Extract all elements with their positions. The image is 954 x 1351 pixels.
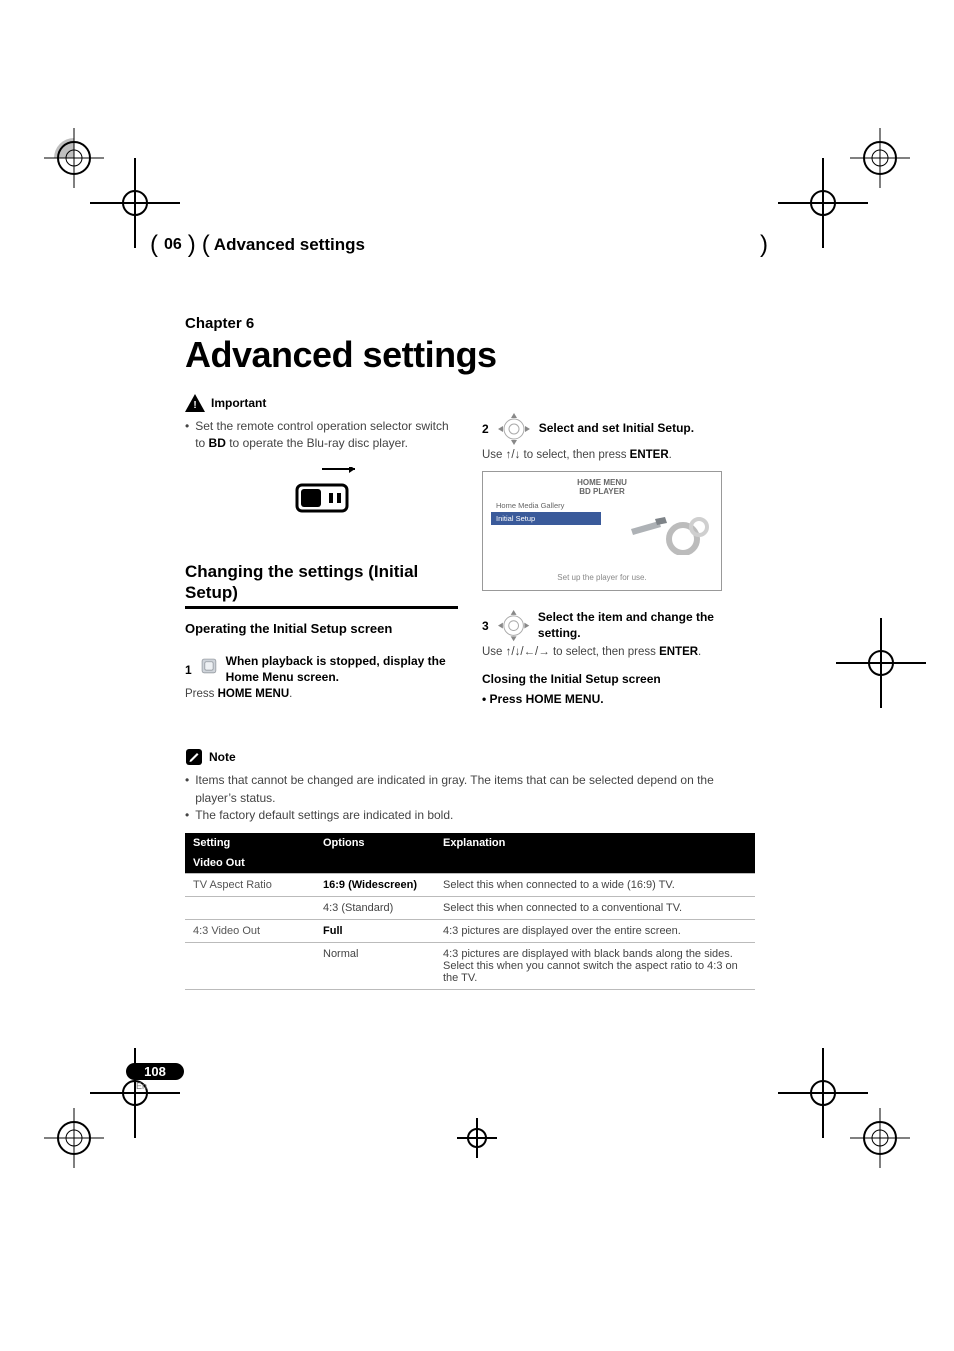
- page-number: 108: [126, 1063, 184, 1080]
- table-row: TV Aspect Ratio 16:9 (Widescreen) Select…: [185, 873, 755, 896]
- left-column: ! Important • Set the remote control ope…: [185, 394, 458, 708]
- registration-cross-icon: [836, 618, 926, 708]
- page-title: Advanced settings: [185, 334, 755, 376]
- step-label: When playback is stopped, display the Ho…: [226, 654, 458, 685]
- note-line: • The factory default settings are indic…: [185, 807, 755, 824]
- chapter-label: Chapter 6: [185, 315, 755, 332]
- osd-title: HOME MENU: [483, 478, 721, 487]
- page-header: ( 06 ) ( Advanced settings ): [150, 230, 770, 260]
- section-heading: Changing the settings (Initial Setup): [185, 561, 458, 604]
- osd-menu: Home Media Gallery Initial Setup: [491, 499, 601, 525]
- page-number-badge: 108 En: [126, 1063, 184, 1091]
- registration-cross-icon: [778, 1048, 868, 1138]
- important-text: • Set the remote control operation selec…: [185, 418, 458, 453]
- right-column: 2 Select and set Initial Setup. Use ↑/↓ …: [482, 394, 755, 708]
- table-head-explanation: Explanation: [435, 833, 755, 853]
- section-rule: [185, 606, 458, 609]
- closing-heading: Closing the Initial Setup screen: [482, 672, 755, 686]
- arrow-keys-icon: ↑/↓: [506, 449, 521, 461]
- registration-cross-icon: [90, 1048, 180, 1138]
- paren-left-icon: (: [150, 231, 158, 259]
- step-number: 2: [482, 422, 489, 436]
- important-label: Important: [211, 396, 266, 410]
- svg-text:!: !: [193, 400, 196, 411]
- osd-subtitle: BD PLAYER: [483, 487, 721, 496]
- step-3: 3 Select the item and change the setting…: [482, 609, 755, 643]
- important-icon: !: [185, 394, 205, 412]
- step-label: Select and set Initial Setup.: [539, 421, 694, 437]
- home-menu-figure: HOME MENU BD PLAYER Home Media Gallery I…: [482, 471, 722, 591]
- chapter-number: 06: [164, 236, 182, 254]
- table-head-options: Options: [315, 833, 435, 853]
- registration-cross-icon: [778, 158, 868, 248]
- section-subheading: Operating the Initial Setup screen: [185, 621, 458, 636]
- step-number: 3: [482, 619, 489, 633]
- paren-right-icon: ): [188, 231, 196, 259]
- osd-artwork: [609, 499, 713, 555]
- remote-button-icon: [200, 657, 218, 683]
- paren-left-icon: (: [202, 231, 210, 259]
- osd-menu-item-selected: Initial Setup: [491, 512, 601, 525]
- table-row: 4:3 (Standard) Select this when connecte…: [185, 896, 755, 919]
- note-line: • Items that cannot be changed are indic…: [185, 772, 755, 807]
- page-lang: En: [136, 1081, 184, 1091]
- closing-bullet: Press HOME MENU.: [482, 692, 755, 706]
- step-description: Use ↑/↓ to select, then press ENTER.: [482, 449, 755, 461]
- remote-switch-figure: [277, 467, 367, 527]
- osd-menu-item: Home Media Gallery: [491, 499, 601, 512]
- step-label: Select the item and change the setting.: [538, 610, 755, 641]
- osd-caption: Set up the player for use.: [483, 573, 721, 582]
- table-row: 4:3 Video Out Full 4:3 pictures are disp…: [185, 919, 755, 942]
- chapter-title: Advanced settings: [214, 235, 365, 255]
- dpad-icon: [497, 609, 530, 643]
- paren-right-icon: ): [760, 231, 770, 259]
- step-description: Use ↑/↓/←/→ to select, then press ENTER.: [482, 646, 755, 658]
- note-icon: [185, 748, 203, 766]
- table-section: Video Out: [185, 853, 755, 874]
- important-callout: ! Important: [185, 394, 458, 412]
- step-2: 2 Select and set Initial Setup.: [482, 412, 755, 446]
- registration-cross-icon: [457, 1118, 497, 1158]
- step-1: 1 When playback is stopped, display the …: [185, 654, 458, 685]
- content-area: Chapter 6 Advanced settings ! Important …: [185, 315, 755, 990]
- step-description: Press HOME MENU.: [185, 688, 458, 700]
- settings-table: Setting Options Explanation Video Out TV…: [185, 833, 755, 990]
- dpad-icon: [497, 412, 531, 446]
- note-block: Note • Items that cannot be changed are …: [185, 748, 755, 989]
- table-row: Normal 4:3 pictures are displayed with b…: [185, 942, 755, 989]
- arrow-keys-icon: ↑/↓/←/→: [506, 646, 550, 658]
- note-label: Note: [209, 750, 236, 764]
- step-number: 1: [185, 663, 192, 677]
- table-head-setting: Setting: [185, 833, 315, 853]
